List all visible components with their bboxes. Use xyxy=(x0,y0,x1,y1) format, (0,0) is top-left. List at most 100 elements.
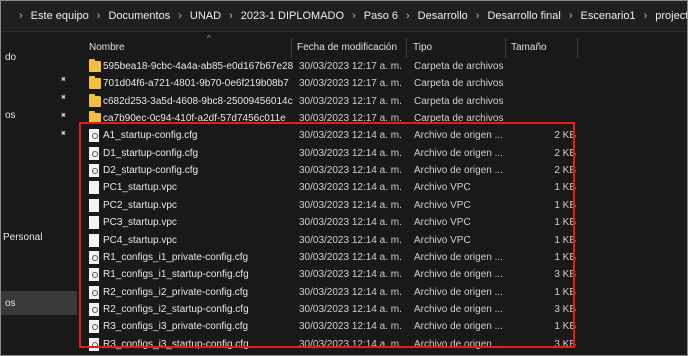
file-size: 1 KB xyxy=(554,199,576,211)
file-size: 3 KB xyxy=(554,303,576,315)
breadcrumb-documentos[interactable]: Documentos xyxy=(106,10,172,22)
breadcrumb-desarrollo-final[interactable]: Desarrollo final xyxy=(485,10,562,22)
file-row[interactable]: 701d04f6-a721-4801-9b70-0e6f219b08b7 30/0… xyxy=(81,75,681,92)
breadcrumb-unad[interactable]: UNAD xyxy=(188,10,223,22)
file-date: 30/03/2023 12:14 a. m. xyxy=(299,251,402,263)
file-row[interactable]: PC3_startup.vpc 30/03/2023 12:14 a. m. Arc… xyxy=(81,214,681,231)
file-name: ca7b90ec-0c94-410f-a2df-57d7456c011e xyxy=(103,113,286,125)
file-type: Archivo de origen ... xyxy=(414,286,503,298)
file-type: Archivo de origen ... xyxy=(414,303,503,315)
config-file-icon xyxy=(89,302,99,316)
file-name: R2_configs_i2_startup-config.cfg xyxy=(103,303,249,315)
file-name: PC3_startup.vpc xyxy=(103,217,177,229)
chevron-right-icon: › xyxy=(229,10,233,22)
file-row[interactable]: 595bea18-9cbc-4a4a-ab85-e0d167b67e28 30/0… xyxy=(81,58,681,75)
chevron-right-icon: › xyxy=(19,10,23,22)
file-name: R3_configs_i3_private-config.cfg xyxy=(103,321,249,333)
file-date: 30/03/2023 12:14 a. m. xyxy=(299,269,402,281)
file-row[interactable]: PC1_startup.vpc 30/03/2023 12:14 a. m. Arc… xyxy=(81,179,681,196)
file-name: 595bea18-9cbc-4a4a-ab85-e0d167b67e28 xyxy=(103,61,294,72)
file-explorer-window: › Este equipo › Documentos › UNAD › 2023… xyxy=(0,0,688,356)
breadcrumb-escenario1[interactable]: Escenario1 xyxy=(579,10,638,22)
file-type: Carpeta de archivos xyxy=(414,113,504,125)
file-date: 30/03/2023 12:17 a. m. xyxy=(299,113,402,125)
file-size: 3 KB xyxy=(554,269,576,281)
column-divider[interactable] xyxy=(291,38,292,58)
chevron-right-icon: › xyxy=(643,10,648,22)
file-type: Archivo VPC xyxy=(414,199,471,211)
file-name: A1_startup-config.cfg xyxy=(103,130,198,142)
file-name: D2_startup-config.cfg xyxy=(103,165,199,177)
file-row[interactable]: R2_configs_i2_private-config.cfg 30/03/20… xyxy=(81,284,681,301)
file-type: Carpeta de archivos xyxy=(414,78,504,90)
config-file-icon xyxy=(89,285,99,299)
file-icon xyxy=(89,198,99,212)
file-row[interactable]: D1_startup-config.cfg 30/03/2023 12:14 a.… xyxy=(81,145,681,162)
file-size: 2 KB xyxy=(554,147,576,159)
column-header-date[interactable]: Fecha de modificación xyxy=(297,38,397,58)
column-divider[interactable] xyxy=(406,38,407,58)
file-date: 30/03/2023 12:17 a. m. xyxy=(299,78,402,90)
nav-item-label[interactable]: os xyxy=(5,110,16,121)
chevron-right-icon: › xyxy=(178,10,182,22)
file-row[interactable]: R1_configs_i1_private-config.cfg 30/03/20… xyxy=(81,249,681,266)
file-icon xyxy=(89,216,99,230)
pin-icon[interactable]: ✦ xyxy=(56,73,69,86)
breadcrumb-project-files[interactable]: project-files xyxy=(653,10,687,22)
pin-icon[interactable]: ✦ xyxy=(56,109,69,122)
file-row[interactable]: R3_configs_i3_private-config.cfg 30/03/20… xyxy=(81,318,681,335)
nav-item-label[interactable]: Personal xyxy=(3,232,42,243)
navigation-pane: do ✦ ✦ os ✦ ✦ Personal os xyxy=(1,32,77,355)
column-header-type[interactable]: Tipo xyxy=(413,38,432,58)
pin-icon[interactable]: ✦ xyxy=(56,91,69,104)
chevron-right-icon: › xyxy=(475,10,480,22)
file-list: ^ Nombre Fecha de modificación Tipo Tama… xyxy=(77,32,687,355)
file-row[interactable]: R2_configs_i2_startup-config.cfg 30/03/20… xyxy=(81,301,681,318)
breadcrumb-desarrollo[interactable]: Desarrollo xyxy=(416,10,470,22)
file-row[interactable]: R3_configs_i3_startup-config.cfg 30/03/20… xyxy=(81,336,681,353)
breadcrumb-diplomado[interactable]: 2023-1 DIPLOMADO xyxy=(239,10,346,22)
file-date: 30/03/2023 12:14 a. m. xyxy=(299,338,402,350)
file-row[interactable]: ca7b90ec-0c94-410f-a2df-57d7456c011e 30/0… xyxy=(81,110,681,127)
file-row[interactable]: D2_startup-config.cfg 30/03/2023 12:14 a.… xyxy=(81,162,681,179)
config-file-icon xyxy=(89,250,99,264)
address-bar[interactable]: › Este equipo › Documentos › UNAD › 2023… xyxy=(1,1,687,32)
chevron-right-icon: › xyxy=(96,10,101,22)
file-icon xyxy=(89,181,99,195)
file-date: 30/03/2023 12:14 a. m. xyxy=(299,234,402,246)
file-date: 30/03/2023 12:14 a. m. xyxy=(299,303,402,315)
column-header-name[interactable]: Nombre xyxy=(89,38,125,58)
file-size: 1 KB xyxy=(554,234,576,246)
file-row[interactable]: A1_startup-config.cfg 30/03/2023 12:14 a.… xyxy=(81,127,681,144)
config-file-icon xyxy=(89,164,99,178)
file-row[interactable]: c682d253-3a5d-4608-9bc8-25009456014c 30/0… xyxy=(81,93,681,110)
file-name: R1_configs_i1_startup-config.cfg xyxy=(103,269,249,281)
file-row[interactable]: PC2_startup.vpc 30/03/2023 12:14 a. m. Arc… xyxy=(81,197,681,214)
chevron-right-icon: › xyxy=(568,10,573,22)
file-type: Archivo de origen ... xyxy=(414,269,503,281)
breadcrumb-este-equipo[interactable]: Este equipo xyxy=(29,10,91,22)
file-name: R1_configs_i1_private-config.cfg xyxy=(103,251,249,263)
column-divider[interactable] xyxy=(505,38,506,58)
column-header-size[interactable]: Tamaño xyxy=(511,38,547,58)
file-size: 1 KB xyxy=(554,321,576,333)
breadcrumb-paso6[interactable]: Paso 6 xyxy=(362,10,400,22)
file-name: PC4_startup.vpc xyxy=(103,234,177,246)
file-type: Archivo de origen ... xyxy=(414,130,503,142)
column-divider[interactable] xyxy=(577,38,578,58)
file-type: Archivo de origen ... xyxy=(414,251,503,263)
nav-item-label[interactable]: do xyxy=(5,52,16,63)
file-type: Archivo de origen ... xyxy=(414,165,503,177)
file-size: 1 KB xyxy=(554,286,576,298)
pin-icon[interactable]: ✦ xyxy=(56,127,69,140)
file-date: 30/03/2023 12:14 a. m. xyxy=(299,165,402,177)
file-size: 1 KB xyxy=(554,217,576,229)
file-row[interactable]: R1_configs_i1_startup-config.cfg 30/03/20… xyxy=(81,266,681,283)
config-file-icon xyxy=(89,129,99,143)
config-file-icon xyxy=(89,146,99,160)
file-type: Archivo de origen ... xyxy=(414,338,503,350)
file-row[interactable]: PC4_startup.vpc 30/03/2023 12:14 a. m. Arc… xyxy=(81,232,681,249)
file-name: D1_startup-config.cfg xyxy=(103,147,199,159)
folder-icon xyxy=(89,111,101,125)
nav-item-label[interactable]: os xyxy=(5,298,16,309)
